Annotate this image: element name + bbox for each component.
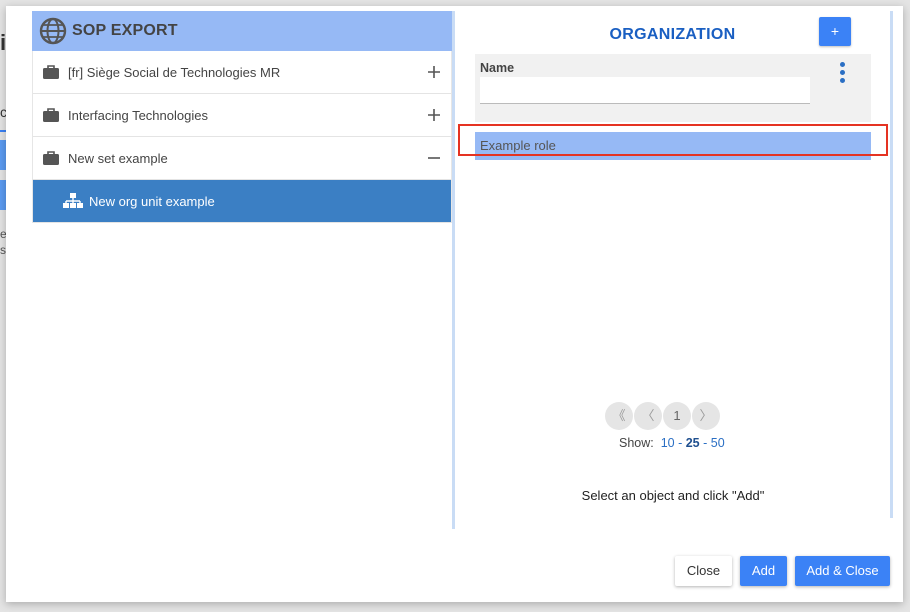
prev-page-button[interactable]: 〈 (634, 402, 662, 430)
filter-header: Name (475, 54, 871, 122)
tree-item-label: New set example (68, 150, 168, 166)
tree-item-siege-social[interactable]: [fr] Siège Social de Technologies MR (33, 51, 451, 94)
pagination: 《 〈 1 〉 (605, 402, 720, 430)
add-and-close-button[interactable]: Add & Close (795, 556, 890, 586)
next-page-button[interactable]: 〉 (692, 402, 720, 430)
tree-list: [fr] Siège Social de Technologies MR Int… (32, 51, 452, 223)
expand-plus-icon[interactable] (427, 65, 441, 79)
tree-header: SOP EXPORT (32, 11, 452, 51)
page-size-10[interactable]: 10 (661, 436, 675, 450)
name-filter-input[interactable] (480, 77, 810, 104)
tree-item-label: New org unit example (89, 193, 215, 209)
briefcase-icon (43, 65, 59, 79)
tree-item-new-org-unit-example[interactable]: New org unit example (33, 180, 451, 223)
tree-item-label: [fr] Siège Social de Technologies MR (68, 64, 281, 80)
tree-panel: SOP EXPORT [fr] Siège Social de Technolo… (32, 11, 452, 536)
tree-item-label: Interfacing Technologies (68, 107, 208, 123)
select-hint-text: Select an object and click "Add" (581, 488, 765, 503)
tree-title: SOP EXPORT (72, 22, 178, 39)
organization-panel: ORGANIZATION + Name Example role 《 〈 1 〉… (455, 11, 895, 521)
add-organization-button[interactable]: + (819, 17, 851, 46)
name-filter-label: Name (480, 61, 515, 75)
page-number-button[interactable]: 1 (663, 402, 691, 430)
show-label: Show: (619, 436, 654, 450)
page-size-selector: Show: 10 - 25 - 50 (619, 436, 725, 450)
highlight-box (458, 124, 888, 156)
expand-plus-icon[interactable] (427, 108, 441, 122)
page-size-50[interactable]: 50 (711, 436, 725, 450)
scrollbar[interactable] (890, 11, 893, 518)
tree-item-interfacing-technologies[interactable]: Interfacing Technologies (33, 94, 451, 137)
org-chart-icon (63, 193, 83, 208)
collapse-minus-icon[interactable] (427, 151, 441, 165)
close-button[interactable]: Close (675, 556, 732, 586)
add-button[interactable]: Add (740, 556, 787, 586)
globe-icon (38, 16, 68, 46)
page-size-25[interactable]: 25 (686, 436, 700, 450)
tree-item-new-set-example[interactable]: New set example (33, 137, 451, 180)
briefcase-icon (43, 151, 59, 165)
sop-export-dialog: SOP EXPORT [fr] Siège Social de Technolo… (6, 6, 903, 602)
briefcase-icon (43, 108, 59, 122)
more-options-icon[interactable] (837, 62, 847, 86)
first-page-button[interactable]: 《 (605, 402, 633, 430)
